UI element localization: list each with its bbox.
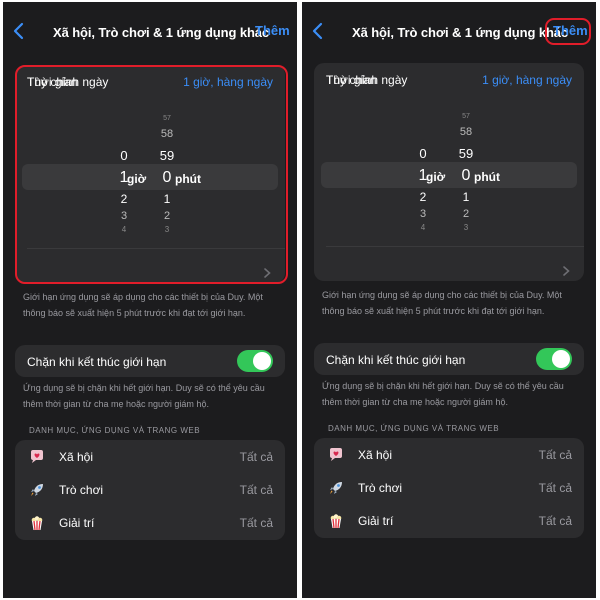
screen-left: Xã hội, Trò chơi & 1 ứng dụng khác Thêm …	[3, 2, 297, 598]
add-button[interactable]: Thêm	[255, 23, 290, 38]
highlight-ring	[545, 18, 591, 45]
app-value: Tất cả	[239, 516, 273, 530]
limit-note: Giới hạn ứng dụng sẽ áp dụng cho các thi…	[322, 290, 562, 316]
custom-days-row[interactable]: Tùy chỉnh ngày	[326, 73, 407, 87]
list-item-entertainment[interactable]: Giải trí Tất cả	[314, 504, 584, 537]
app-value: Tất cả	[538, 481, 572, 495]
nav-bar: Xã hội, Trò chơi & 1 ứng dụng khác Thêm	[3, 2, 297, 60]
limit-note: Giới hạn ứng dụng sẽ áp dụng cho các thi…	[23, 292, 263, 318]
apps-list: Xã hội Tất cả Trò chơi Tất cả Giải trí T…	[314, 438, 584, 538]
app-value: Tất cả	[239, 483, 273, 497]
list-item-entertainment[interactable]: Giải trí Tất cả	[15, 506, 285, 539]
block-note: Ứng dụng sẽ bị chặn khi hết giới hạn. Du…	[322, 381, 564, 407]
divider	[326, 246, 584, 247]
rocket-icon	[29, 482, 45, 498]
picker-selection-band	[321, 162, 577, 188]
nav-bar: Xã hội, Trò chơi & 1 ứng dụng khác Thêm	[302, 2, 596, 60]
list-item-games[interactable]: Trò chơi Tất cả	[314, 471, 584, 504]
apps-list: Xã hội Tất cả Trò chơi Tất cả Giải trí T…	[15, 440, 285, 540]
popcorn-icon	[29, 515, 45, 531]
rocket-icon	[328, 480, 344, 496]
time-value[interactable]: 1 giờ, hàng ngày	[482, 73, 572, 87]
section-header: DANH MỤC, ỨNG DỤNG VÀ TRANG WEB	[328, 424, 500, 433]
picker-minute-item[interactable]: 2	[451, 209, 481, 220]
toggle-knob	[253, 352, 271, 370]
app-name: Xã hội	[59, 450, 94, 464]
back-chevron-icon[interactable]	[11, 21, 27, 41]
block-toggle[interactable]	[536, 348, 572, 370]
list-item-social[interactable]: Xã hội Tất cả	[15, 440, 285, 473]
block-label: Chặn khi kết thúc giới hạn	[326, 353, 466, 367]
back-chevron-icon[interactable]	[310, 21, 326, 41]
toggle-knob	[552, 350, 570, 368]
picker-minute-unit: phút	[474, 170, 500, 184]
page-title: Xã hội, Trò chơi & 1 ứng dụng khác	[352, 25, 569, 40]
app-value: Tất cả	[538, 514, 572, 528]
speech-bubble-heart-icon	[328, 447, 344, 463]
speech-bubble-heart-icon	[29, 449, 45, 465]
app-name: Giải trí	[358, 514, 394, 528]
app-name: Xã hội	[358, 448, 393, 462]
chevron-right-icon	[563, 263, 570, 276]
screen-right: Xã hội, Trò chơi & 1 ứng dụng khác Thêm …	[302, 2, 596, 598]
picker-hour-item[interactable]: 2	[408, 191, 438, 203]
time-picker[interactable]: 0 1 giờ 2 3 4 57 58 59 0 phút 1 2 3	[314, 103, 584, 235]
list-item-social[interactable]: Xã hội Tất cả	[314, 438, 584, 471]
app-name: Trò chơi	[358, 481, 403, 495]
popcorn-icon	[328, 513, 344, 529]
picker-minute-item[interactable]: 58	[451, 127, 481, 138]
block-note: Ứng dụng sẽ bị chặn khi hết giới hạn. Du…	[23, 383, 265, 409]
app-name: Trò chơi	[59, 483, 104, 497]
time-card: Thời gian 1 giờ, hàng ngày 0 1 giờ 2 3 4…	[314, 63, 584, 281]
picker-minute-item[interactable]: 59	[451, 147, 481, 160]
block-toggle[interactable]	[237, 350, 273, 372]
picker-hour-item[interactable]: 3	[408, 209, 438, 220]
highlight-frame	[15, 65, 288, 284]
block-label: Chặn khi kết thúc giới hạn	[27, 355, 167, 369]
picker-hour-item[interactable]: 0	[408, 147, 438, 160]
picker-minute-item[interactable]: 1	[451, 191, 481, 203]
list-item-games[interactable]: Trò chơi Tất cả	[15, 473, 285, 506]
picker-minute-item[interactable]: 57	[451, 113, 481, 120]
picker-hour-item[interactable]: 4	[408, 224, 438, 232]
app-value: Tất cả	[538, 448, 572, 462]
picker-hour-unit: giờ	[426, 170, 446, 184]
app-name: Giải trí	[59, 516, 95, 530]
block-at-end-row: Chặn khi kết thúc giới hạn	[15, 345, 285, 377]
picker-minute-item[interactable]: 3	[451, 224, 481, 232]
page-title: Xã hội, Trò chơi & 1 ứng dụng khác	[53, 25, 270, 40]
section-header: DANH MỤC, ỨNG DỤNG VÀ TRANG WEB	[29, 426, 201, 435]
app-value: Tất cả	[239, 450, 273, 464]
block-at-end-row: Chặn khi kết thúc giới hạn	[314, 343, 584, 375]
